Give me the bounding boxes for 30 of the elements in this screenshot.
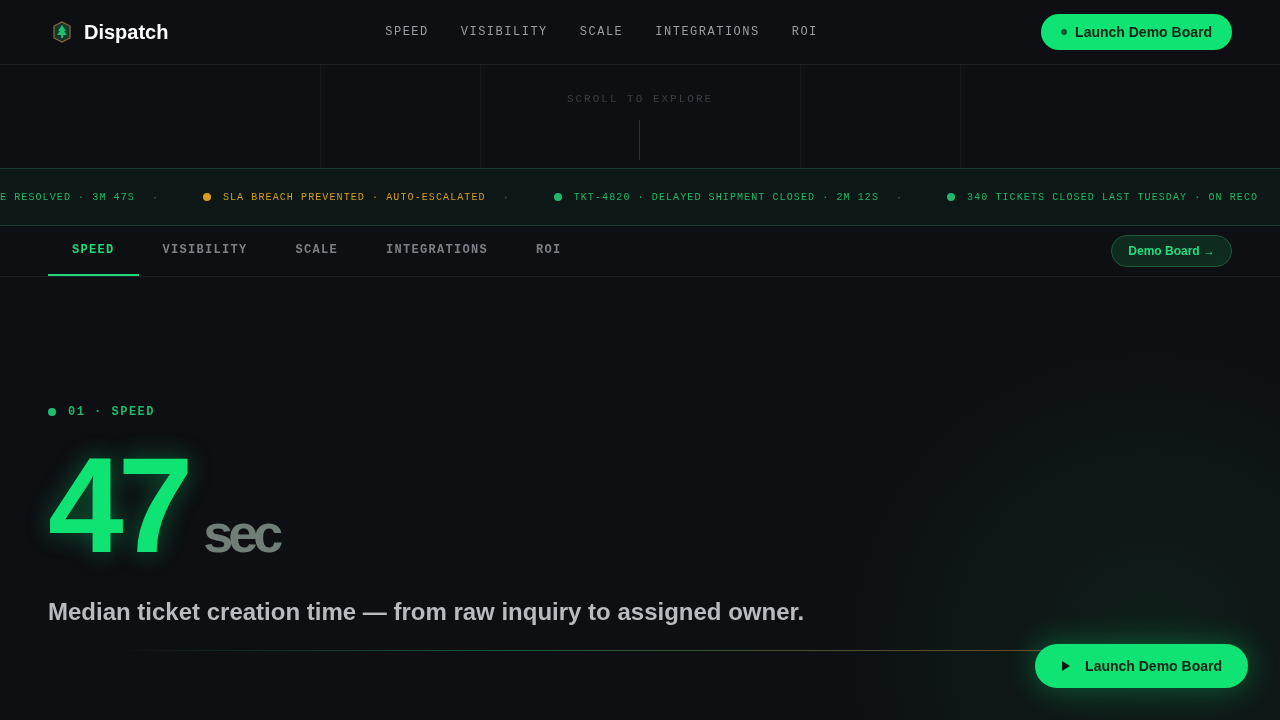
dot-icon <box>1061 29 1068 35</box>
section-label: 01 · SPEED <box>68 405 155 419</box>
demo-board-button[interactable]: Demo Board → <box>1111 235 1232 267</box>
scroll-line-icon <box>639 120 640 160</box>
section-tab[interactable]: ROI <box>512 226 586 276</box>
section-tab[interactable]: VISIBILITY <box>138 226 272 276</box>
nav-link[interactable]: SCALE <box>579 25 624 39</box>
separator: · <box>503 190 508 204</box>
section-tab[interactable]: SPEED <box>48 226 139 276</box>
nav-link[interactable]: VISIBILITY <box>460 25 548 39</box>
section-tab[interactable]: SCALE <box>271 226 363 276</box>
play-icon <box>1061 660 1072 672</box>
metric-unit: sec <box>203 502 279 564</box>
ticker-text: TKT-4820 · DELAYED SHIPMENT CLOSED · 2M 12S <box>573 191 879 203</box>
section-tab[interactable]: INTEGRATIONS <box>362 226 513 276</box>
metric-value: 47 <box>48 443 188 568</box>
ticker-text: SLA BREACH PREVENTED · AUTO-ESCALATED <box>222 191 486 203</box>
nav-link[interactable]: ROI <box>791 25 818 39</box>
launch-demo-button[interactable]: Launch Demo Board <box>1041 14 1232 50</box>
tree-logo-icon <box>52 21 72 43</box>
nav-link[interactable]: SPEED <box>385 25 429 39</box>
ticker-text: E RESOLVED · 3M 47S <box>0 191 135 203</box>
dot-icon <box>48 408 56 416</box>
ticker-text: 340 TICKETS CLOSED LAST TUESDAY · ON RECO <box>967 191 1259 203</box>
launch-demo-button[interactable]: Launch Demo Board <box>1035 644 1248 688</box>
metric-caption: Median ticket creation time — from raw inquiry to assigned owner. <box>48 598 806 626</box>
nav-link[interactable]: INTEGRATIONS <box>655 25 760 39</box>
separator: · <box>897 190 901 204</box>
separator: · <box>152 190 157 204</box>
brand-name: Dispatch <box>84 20 169 44</box>
